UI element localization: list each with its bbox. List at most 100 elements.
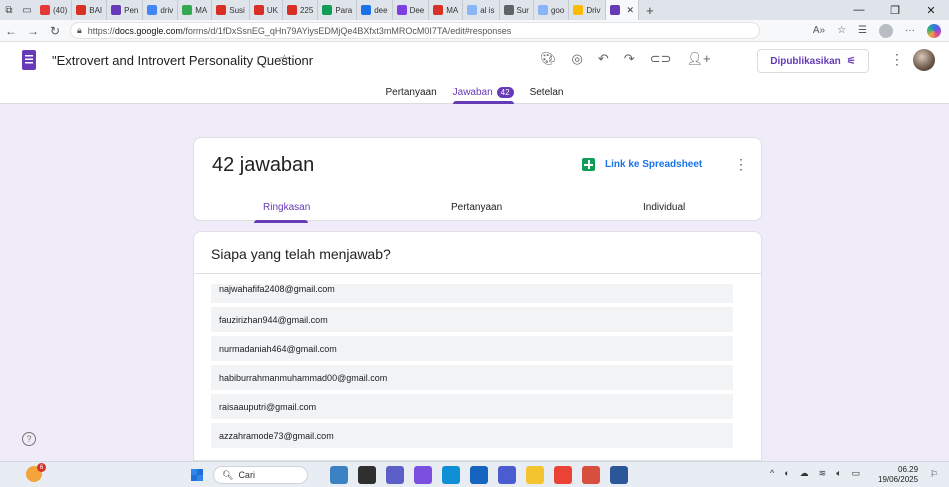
- teams-icon[interactable]: [386, 466, 404, 484]
- undo-icon[interactable]: ↶: [598, 51, 609, 67]
- browser-tab[interactable]: UK: [250, 0, 283, 20]
- tab-favicon-icon: [361, 5, 372, 15]
- customize-theme-icon[interactable]: 🎨︎: [540, 51, 557, 67]
- responses-summary-card: 42 jawaban Link ke Spreadsheet ⋮ Ringkas…: [193, 137, 762, 223]
- browser-tab[interactable]: goo: [534, 0, 570, 20]
- google-forms-logo-icon[interactable]: [22, 50, 36, 70]
- search-placeholder: Cari: [238, 470, 255, 480]
- browser-tab[interactable]: (40): [36, 0, 73, 20]
- favorites-list-icon[interactable]: ☰: [858, 25, 867, 36]
- store-icon[interactable]: [470, 466, 488, 484]
- link-to-sheets-button[interactable]: Link ke Spreadsheet: [582, 158, 702, 171]
- divider: [194, 273, 761, 274]
- favorite-star-icon[interactable]: ☆: [837, 25, 846, 36]
- copilot-icon[interactable]: [414, 466, 432, 484]
- taskbar-apps: [330, 466, 628, 484]
- tab-settings-label: Setelan: [529, 86, 564, 98]
- copilot-icon[interactable]: [927, 23, 941, 38]
- browser-tab[interactable]: driv: [143, 0, 179, 20]
- address-bar-row: ← → ↻ 🔒︎ https://docs.google.com/forms/d…: [0, 20, 949, 42]
- browser-tab[interactable]: 225: [283, 0, 319, 20]
- clock-time: 06.29: [898, 465, 919, 474]
- word-like-icon[interactable]: [498, 466, 516, 484]
- publish-settings-icon: ⚟: [846, 55, 856, 67]
- clock[interactable]: 06.29 19/06/2025: [878, 465, 918, 485]
- chrome-icon[interactable]: [554, 466, 572, 484]
- forms-header: "Extrovert and Introvert Personality Que…: [0, 42, 949, 104]
- volume-icon[interactable]: 🔈︎: [836, 468, 841, 479]
- tab-favicon-icon: [286, 5, 297, 15]
- back-button[interactable]: ←: [0, 24, 22, 38]
- browser-tab-active[interactable]: ✕: [605, 0, 640, 20]
- published-button[interactable]: Dipublikasikan ⚟: [757, 49, 869, 73]
- notification-icon[interactable]: ⚐: [930, 469, 938, 480]
- tab-favicon-icon: [322, 5, 333, 15]
- move-to-folder-icon[interactable]: 🗀︎: [257, 52, 269, 73]
- taskbar-search[interactable]: 🔍︎ Cari: [213, 466, 308, 484]
- account-avatar[interactable]: [913, 49, 935, 71]
- preview-eye-icon[interactable]: ◎: [572, 51, 583, 67]
- tab-favicon-icon: [433, 5, 444, 15]
- browser-profile-icon[interactable]: [879, 23, 893, 38]
- read-aloud-icon[interactable]: A»: [813, 25, 825, 36]
- copy-link-icon[interactable]: ⊂⊃: [650, 51, 672, 67]
- word-icon[interactable]: [610, 466, 628, 484]
- tab-favicon-icon: [76, 5, 87, 15]
- browser-tab[interactable]: Susi: [212, 0, 250, 20]
- more-options-icon[interactable]: ⋮: [890, 51, 904, 68]
- edge-icon[interactable]: [442, 466, 460, 484]
- tab-label: 225: [299, 5, 314, 15]
- site-info-icon[interactable]: 🔒︎: [77, 25, 82, 36]
- task-view-icon[interactable]: [358, 466, 376, 484]
- browser-tab[interactable]: Pen: [107, 0, 144, 20]
- respondents-card: Siapa yang telah menjawab? najwahafifa24…: [193, 231, 762, 461]
- wifi-icon[interactable]: ≋: [819, 468, 827, 479]
- tab-question-view[interactable]: Pertanyaan: [451, 202, 502, 213]
- tray-app-icon[interactable]: ◐: [784, 468, 789, 479]
- browser-tab[interactable]: Sur: [500, 0, 534, 20]
- add-collaborators-icon[interactable]: 👤︎+: [686, 51, 710, 67]
- tab-label: Pen: [124, 5, 139, 15]
- browser-tab[interactable]: dee: [357, 0, 393, 20]
- redo-icon[interactable]: ↷: [624, 51, 635, 67]
- tab-label: UK: [266, 5, 278, 15]
- browser-tab[interactable]: MA: [178, 0, 213, 20]
- browser-menu-icon[interactable]: ···: [905, 25, 915, 36]
- browser-tab[interactable]: Para: [318, 0, 358, 20]
- tab-settings[interactable]: Setelan: [530, 80, 564, 104]
- restore-button[interactable]: ❐: [877, 4, 913, 17]
- calendar-icon[interactable]: [582, 466, 600, 484]
- help-icon[interactable]: ?: [22, 432, 36, 446]
- file-explorer-icon[interactable]: [526, 466, 544, 484]
- weather-widget-icon[interactable]: 6: [26, 463, 46, 482]
- tab-actions-icon[interactable]: ▭: [18, 0, 36, 20]
- tab-favicon-icon: [467, 5, 478, 15]
- browser-tab[interactable]: al is: [463, 0, 500, 20]
- refresh-button[interactable]: ↻: [44, 24, 66, 38]
- browser-tab[interactable]: Driv: [569, 0, 606, 20]
- close-tab-icon[interactable]: ✕: [627, 5, 635, 16]
- new-tab-button[interactable]: +: [639, 3, 661, 18]
- landscape-app-icon[interactable]: [330, 466, 348, 484]
- tab-questions[interactable]: Pertanyaan: [385, 80, 436, 104]
- close-window-button[interactable]: ✕: [913, 4, 949, 17]
- forward-button[interactable]: →: [22, 24, 44, 38]
- tab-label: BAI: [89, 5, 103, 15]
- tab-list: (40) BAI Pen driv MA Susi UK 225 Para dee Dee MA al …: [36, 0, 606, 20]
- workspaces-icon[interactable]: ⧉: [0, 0, 18, 20]
- browser-tab[interactable]: BAI: [72, 0, 108, 20]
- onedrive-icon[interactable]: ☁: [800, 468, 809, 479]
- battery-icon[interactable]: ▭: [852, 468, 861, 479]
- browser-tab[interactable]: MA: [429, 0, 464, 20]
- minimize-button[interactable]: —: [841, 4, 877, 17]
- tab-responses[interactable]: Jawaban 42: [452, 80, 514, 104]
- star-icon[interactable]: ☆: [279, 52, 290, 73]
- tab-summary[interactable]: Ringkasan: [263, 202, 310, 213]
- browser-tab[interactable]: Dee: [393, 0, 430, 20]
- start-button[interactable]: [191, 469, 203, 481]
- respondent-list[interactable]: najwahafifa2408@gmail.com fauzirizhan944@…: [211, 284, 733, 452]
- tab-individual[interactable]: Individual: [643, 202, 685, 213]
- url-field[interactable]: 🔒︎ https://docs.google.com/forms/d/1fDxS…: [70, 22, 760, 39]
- chevron-up-icon[interactable]: ^: [770, 468, 774, 479]
- responses-more-icon[interactable]: ⋮: [734, 156, 748, 173]
